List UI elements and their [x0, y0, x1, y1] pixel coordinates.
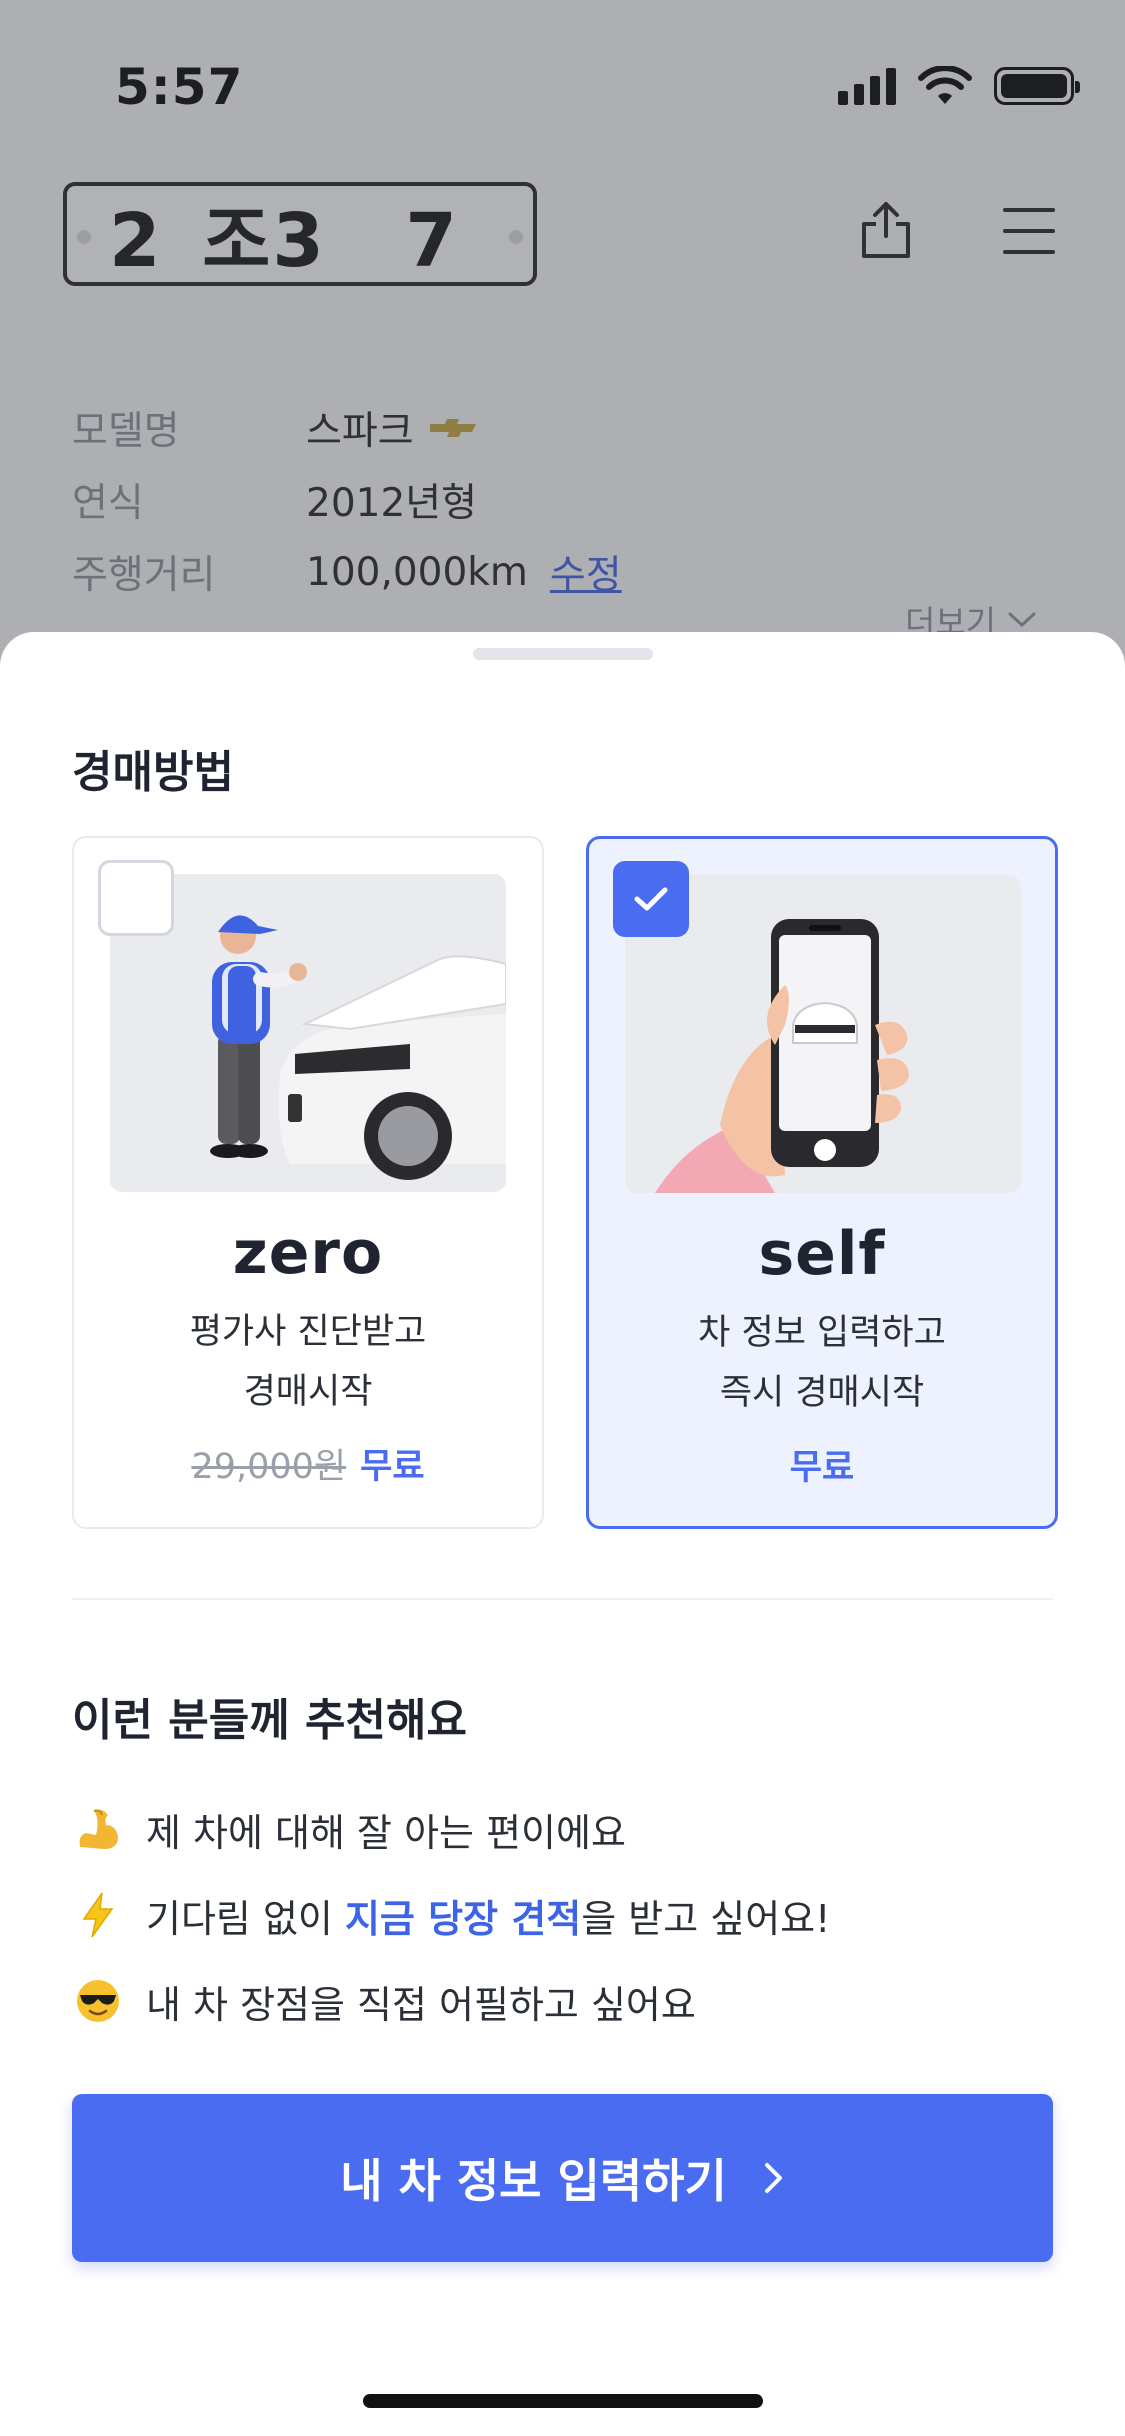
recommend-text-part: 기다림 없이 [146, 1896, 345, 1941]
sheet-grabber[interactable] [473, 648, 653, 660]
cta-label: 내 차 정보 입력하기 [340, 2154, 727, 2208]
option-price-zero: 29,000원 무료 [74, 1438, 542, 1489]
option-price-self: 무료 [589, 1439, 1055, 1490]
option-desc-zero: 평가사 진단받고 경매시작 [74, 1302, 542, 1422]
home-indicator[interactable] [363, 2394, 763, 2408]
sunglasses-face-icon [72, 1975, 124, 2027]
option-title-self: self [758, 1219, 886, 1289]
check-icon [634, 887, 668, 911]
option-title-zero: zero [232, 1218, 384, 1288]
option-card-self[interactable]: self 차 정보 입력하고 즉시 경매시작 무료 [586, 836, 1058, 1529]
auction-method-sheet: 경매방법 zero 평가사 진단받고 경매시작 29,000원 무료 self … [0, 632, 1125, 2436]
option-desc-line: 즉시 경매시작 [719, 1373, 925, 1413]
enter-car-info-button[interactable]: 내 차 정보 입력하기 [72, 2094, 1053, 2262]
flexed-biceps-icon [72, 1803, 124, 1855]
lightning-icon [72, 1889, 124, 1941]
chevron-right-icon [764, 2163, 782, 2193]
recommend-item: 기다림 없이 지금 당장 견적을 받고 싶어요! [72, 1872, 830, 1958]
section-divider [72, 1598, 1053, 1600]
recommend-highlight: 지금 당장 견적 [344, 1896, 582, 1941]
checkbox-self[interactable] [613, 861, 689, 937]
free-price: 무료 [789, 1448, 855, 1488]
original-price: 29,000원 [191, 1447, 347, 1487]
recommend-list: 제 차에 대해 잘 아는 편이에요 기다림 없이 지금 당장 견적을 받고 싶어… [72, 1786, 830, 2044]
auction-method-title: 경매방법 [72, 747, 234, 798]
recommend-text: 기다림 없이 지금 당장 견적을 받고 싶어요! [146, 1888, 830, 1943]
recommend-item: 제 차에 대해 잘 아는 편이에요 [72, 1786, 830, 1872]
recommend-text: 제 차에 대해 잘 아는 편이에요 [146, 1810, 626, 1855]
recommend-title: 이런 분들께 추천해요 [72, 1695, 467, 1746]
recommend-text: 내 차 장점을 직접 어필하고 싶어요 [146, 1982, 696, 2027]
checkbox-zero[interactable] [98, 860, 174, 936]
option-desc-self: 차 정보 입력하고 즉시 경매시작 [589, 1303, 1055, 1423]
option-desc-line: 평가사 진단받고 [189, 1312, 427, 1352]
option-card-zero[interactable]: zero 평가사 진단받고 경매시작 29,000원 무료 [72, 836, 544, 1529]
recommend-item: 내 차 장점을 직접 어필하고 싶어요 [72, 1958, 830, 2044]
free-price: 무료 [360, 1447, 425, 1487]
recommend-text-part: 을 받고 싶어요! [581, 1896, 831, 1941]
option-desc-line: 경매시작 [243, 1372, 373, 1412]
option-desc-line: 차 정보 입력하고 [698, 1313, 946, 1353]
